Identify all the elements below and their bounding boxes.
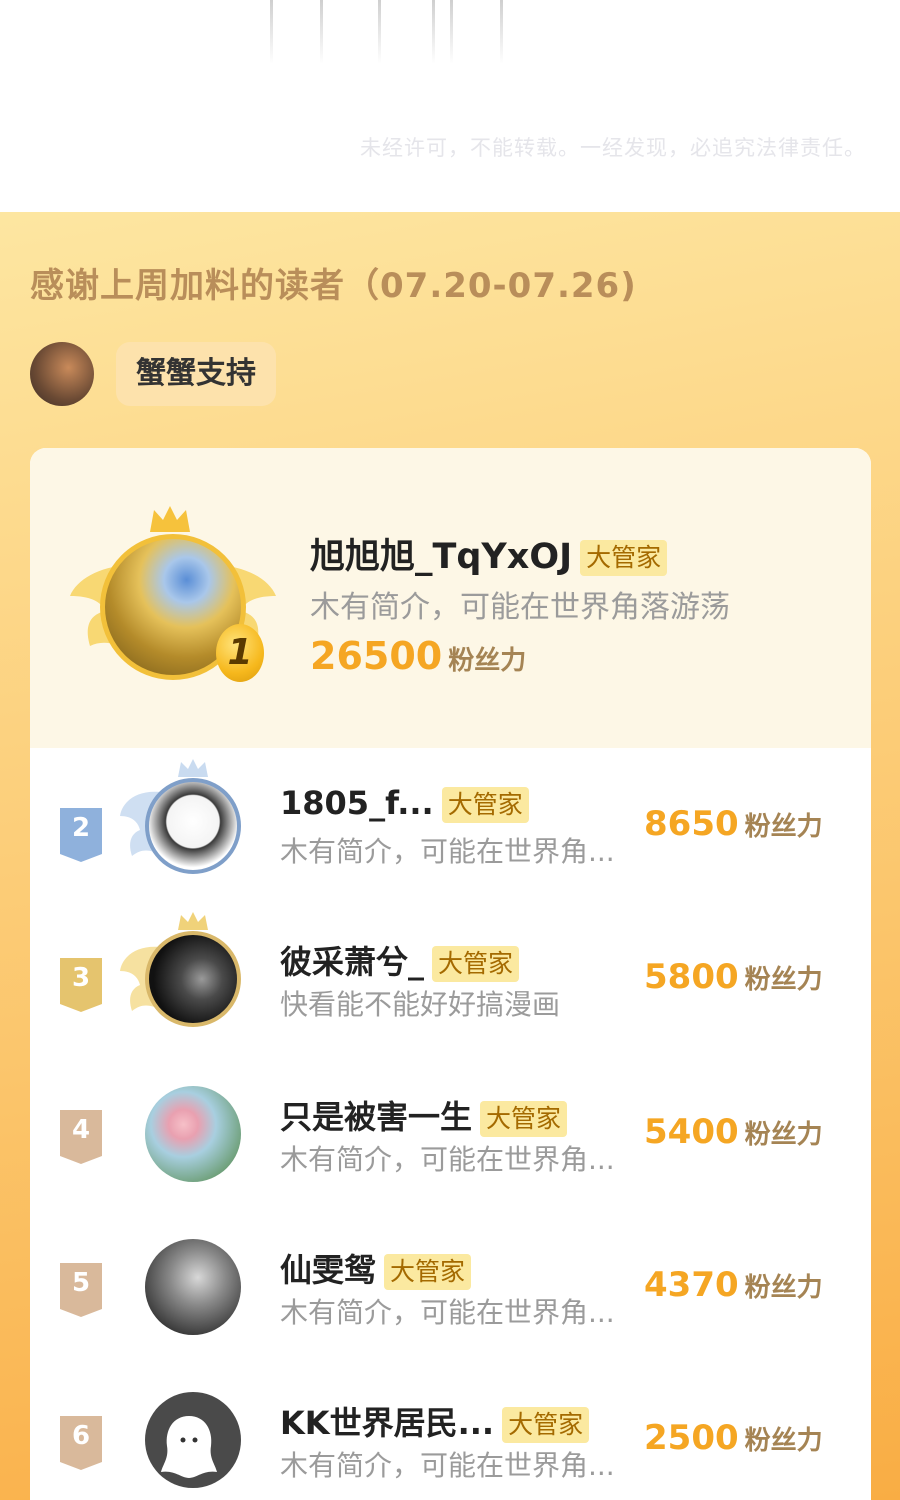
butler-badge: 大管家 — [580, 540, 668, 576]
first-score-value: 26500 — [310, 634, 443, 678]
butler-badge: 大管家 — [432, 946, 520, 982]
reader-score-2: 8650 粉丝力 — [644, 804, 823, 844]
reader-avatar-4[interactable] — [145, 1086, 241, 1182]
first-name-text: 旭旭旭_TqYxOJ — [310, 537, 573, 577]
score-unit: 粉丝力 — [744, 1426, 823, 1456]
reader-name-text-6: KK世界居民... — [280, 1404, 495, 1442]
reader-name-4[interactable]: 只是被害一生 大管家 — [280, 1092, 568, 1138]
reader-avatar-2[interactable] — [145, 778, 241, 874]
reader-avatar-3[interactable] — [145, 931, 241, 1027]
reader-name-text-5: 仙雯鸳 — [280, 1251, 377, 1289]
gold-crown-icon — [178, 912, 208, 930]
reader-row-2[interactable]: 2 1805_f... 大管家 木有简介，可能在世界角... 8650 粉丝力 — [30, 748, 871, 898]
silver-crown-icon — [178, 759, 208, 777]
support-pill[interactable]: 蟹蟹支持 — [116, 342, 276, 406]
crown-icon — [150, 506, 190, 532]
reader-name-2[interactable]: 1805_f... 大管家 — [280, 784, 529, 823]
reader-row-4[interactable]: 4 只是被害一生 大管家 木有简介，可能在世界角... 5400 粉丝力 — [30, 1058, 871, 1208]
reader-score-value-4: 5400 — [644, 1112, 739, 1152]
score-unit: 粉丝力 — [448, 646, 527, 676]
ranking-card: 1 旭旭旭_TqYxOJ 大管家 木有简介，可能在世界角落游荡 26500 粉丝力 … — [30, 448, 871, 1500]
rank-1-medal: 1 — [216, 624, 264, 682]
reader-score-3: 5800 粉丝力 — [644, 957, 823, 997]
rank-badge-5: 5 — [60, 1263, 102, 1317]
reader-name-6[interactable]: KK世界居民... 大管家 — [280, 1398, 590, 1444]
ghost-icon — [161, 1416, 217, 1478]
first-score: 26500 粉丝力 — [310, 634, 526, 678]
butler-badge: 大管家 — [502, 1407, 590, 1443]
reader-name-text-2: 1805_f... — [280, 784, 434, 822]
reader-row-5[interactable]: 5 仙雯鸳 大管家 木有简介，可能在世界角... 4370 粉丝力 — [30, 1211, 871, 1361]
reader-bio-5: 木有简介，可能在世界角... — [280, 1296, 615, 1329]
reader-bio-6: 木有简介，可能在世界角... — [280, 1449, 615, 1482]
butler-badge: 大管家 — [441, 787, 529, 823]
rank-badge-2: 2 — [60, 808, 102, 862]
score-unit: 粉丝力 — [744, 812, 823, 842]
reader-score-value-6: 2500 — [644, 1418, 739, 1458]
score-unit: 粉丝力 — [744, 965, 823, 995]
rank-badge-3: 3 — [60, 958, 102, 1012]
reader-avatar-5[interactable] — [145, 1239, 241, 1335]
first-name[interactable]: 旭旭旭_TqYxOJ 大管家 — [310, 528, 668, 579]
top-white-area: 未经许可，不能转载。一经发现，必追究法律责任。 — [0, 0, 900, 212]
reader-bio-2: 木有简介，可能在世界角... — [280, 835, 615, 868]
reader-name-text-4: 只是被害一生 — [280, 1098, 473, 1136]
score-unit: 粉丝力 — [744, 1120, 823, 1150]
reader-avatar-6[interactable] — [145, 1392, 241, 1488]
copyright-notice: 未经许可，不能转载。一经发现，必追究法律责任。 — [360, 136, 866, 160]
reader-score-6: 2500 粉丝力 — [644, 1418, 823, 1458]
reader-row-3[interactable]: 3 彼采萧兮_ 大管家 快看能不能好好搞漫画 5800 粉丝力 — [30, 903, 871, 1053]
first-place-row[interactable]: 1 旭旭旭_TqYxOJ 大管家 木有简介，可能在世界角落游荡 26500 粉丝力 — [30, 448, 871, 748]
reader-name-text-3: 彼采萧兮_ — [280, 943, 425, 981]
reader-bio-3: 快看能不能好好搞漫画 — [280, 988, 561, 1021]
support-avatar[interactable] — [30, 342, 94, 406]
butler-badge: 大管家 — [384, 1254, 472, 1290]
reader-score-value-3: 5800 — [644, 957, 739, 997]
rank-badge-4: 4 — [60, 1110, 102, 1164]
reader-score-value-2: 8650 — [644, 804, 739, 844]
reader-score-4: 5400 粉丝力 — [644, 1112, 823, 1152]
reader-name-3[interactable]: 彼采萧兮_ 大管家 — [280, 937, 520, 983]
butler-badge: 大管家 — [480, 1101, 568, 1137]
reader-row-6[interactable]: 6 KK世界居民... 大管家 木有简介，可能在世界角... 2500 粉丝力 — [30, 1364, 871, 1500]
image-remnant-streaks — [260, 0, 520, 70]
rank-badge-6: 6 — [60, 1416, 102, 1470]
score-unit: 粉丝力 — [744, 1273, 823, 1303]
reader-name-5[interactable]: 仙雯鸳 大管家 — [280, 1245, 472, 1291]
reader-bio-4: 木有简介，可能在世界角... — [280, 1143, 615, 1176]
reader-score-value-5: 4370 — [644, 1265, 739, 1305]
panel-title: 感谢上周加料的读者（07.20-07.26) — [30, 266, 637, 306]
reader-score-5: 4370 粉丝力 — [644, 1265, 823, 1305]
first-bio: 木有简介，可能在世界角落游荡 — [310, 590, 730, 625]
